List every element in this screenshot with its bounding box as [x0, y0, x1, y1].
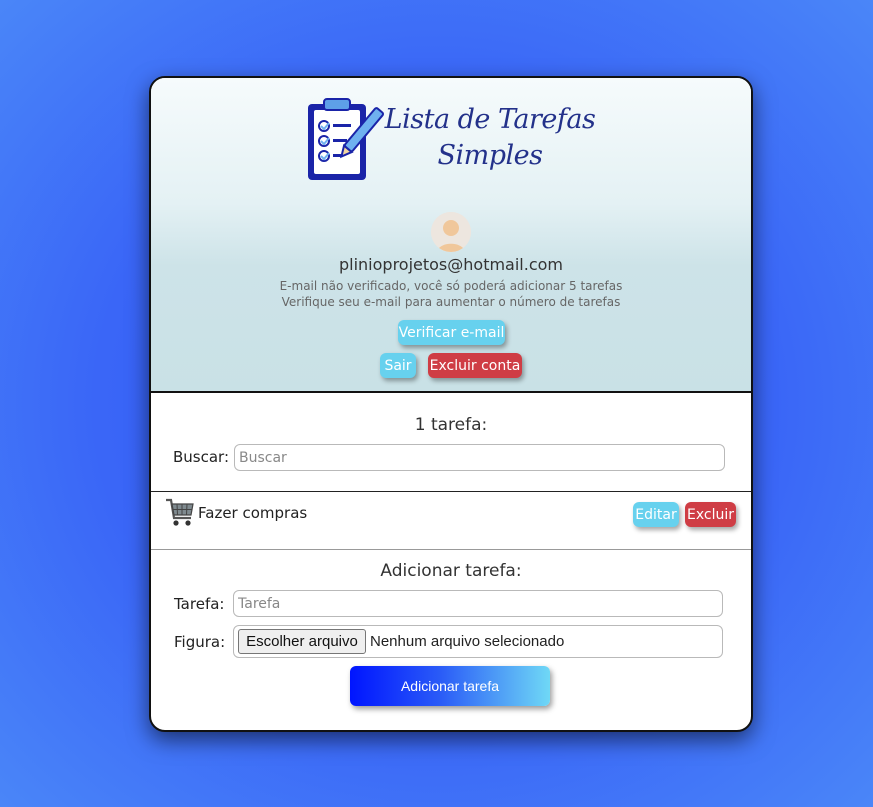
unverified-note-line-2: Verifique seu e-mail para aumentar o núm…: [281, 295, 621, 309]
add-task-button[interactable]: Adicionar tarefa: [350, 666, 550, 706]
delete-account-button[interactable]: Excluir conta: [428, 353, 522, 378]
task-input[interactable]: [233, 590, 723, 617]
file-status-text: Nenhum arquivo selecionado: [370, 633, 565, 650]
search-input[interactable]: [234, 444, 725, 471]
header-panel: Lista de Tarefas Simples plinioprojetos@…: [151, 78, 751, 393]
tasks-top-divider: [151, 491, 751, 492]
task-row: Fazer compras Editar Excluir: [151, 493, 751, 549]
search-label: Buscar:: [173, 448, 230, 466]
avatar: [431, 212, 471, 252]
logout-button[interactable]: Sair: [380, 353, 416, 378]
clipboard-icon: [308, 98, 385, 180]
tasks-bottom-divider: [151, 549, 751, 550]
shopping-cart-icon: [164, 496, 196, 532]
user-email: plinioprojetos@hotmail.com: [338, 255, 564, 274]
verify-email-button[interactable]: Verificar e-mail: [398, 320, 505, 345]
app-logo: Lista de Tarefas Simples: [306, 98, 596, 182]
app-card: Lista de Tarefas Simples plinioprojetos@…: [149, 76, 753, 732]
unverified-note-line-1: E-mail não verificado, você só poderá ad…: [279, 279, 623, 293]
app-logo-text: Lista de Tarefas Simples: [384, 102, 596, 174]
figure-field-label: Figura:: [174, 633, 226, 651]
logo-line-2: Simples: [437, 140, 544, 171]
task-field-label: Tarefa:: [174, 595, 225, 613]
file-picker: Escolher arquivo Nenhum arquivo selecion…: [233, 625, 723, 658]
task-count-title: 1 tarefa:: [414, 415, 488, 435]
choose-file-button[interactable]: Escolher arquivo: [238, 629, 366, 654]
user-avatar-icon: [431, 212, 471, 252]
add-task-title: Adicionar tarefa:: [380, 561, 522, 581]
delete-task-button[interactable]: Excluir: [685, 502, 736, 527]
logo-line-1: Lista de Tarefas: [384, 104, 596, 135]
task-name: Fazer compras: [198, 504, 308, 522]
edit-task-button[interactable]: Editar: [633, 502, 679, 527]
